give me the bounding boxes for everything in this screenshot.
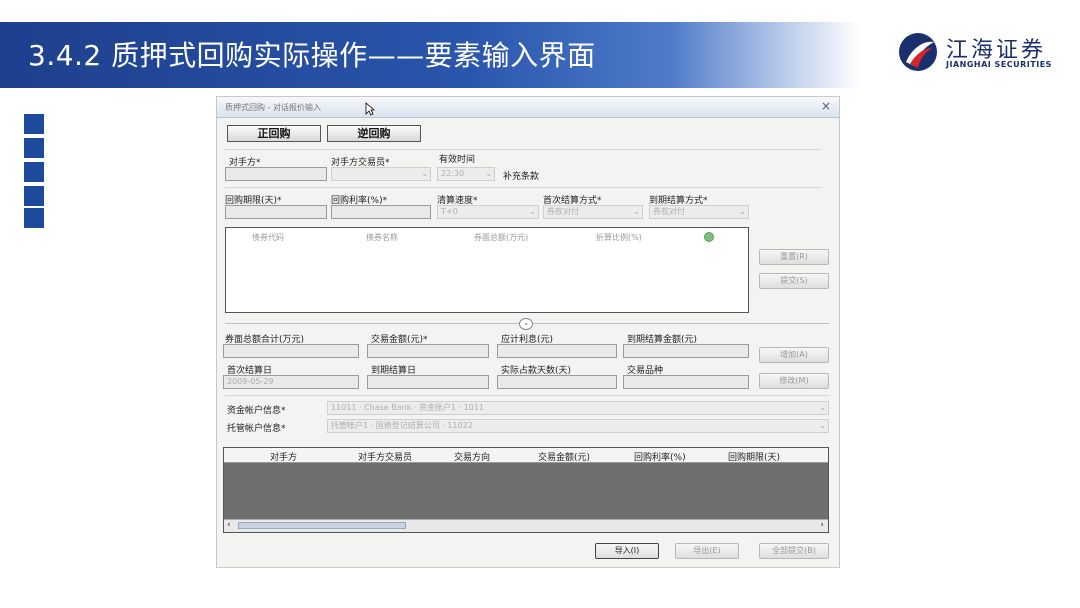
- clearing-speed-value: T+0: [441, 207, 458, 216]
- valid-time-value: 22:30: [441, 169, 465, 178]
- divider: [225, 149, 821, 150]
- supplement-link[interactable]: 补充条款: [503, 169, 539, 182]
- valid-time-label: 有效时间: [439, 155, 476, 165]
- chevron-down-icon: ⌄: [529, 207, 536, 216]
- bond-list[interactable]: 债券代码 债券名称 券面总额(万元) 折算比例(%): [225, 227, 749, 313]
- deco-square: [24, 186, 44, 206]
- first-settle-date-value: 2009-05-29: [227, 377, 274, 386]
- reset-button[interactable]: 重置(R): [759, 249, 829, 265]
- valid-time-field[interactable]: 22:30 ⌄: [437, 167, 495, 181]
- first-settle-select[interactable]: 券款对付 ⌄: [543, 205, 643, 219]
- deco-square: [24, 114, 44, 134]
- product-field[interactable]: [623, 375, 749, 389]
- maturity-amount-field[interactable]: [623, 344, 749, 358]
- jianghai-logo-icon: [899, 33, 937, 71]
- scroll-right-icon[interactable]: ›: [820, 520, 824, 530]
- deco-square: [24, 162, 44, 182]
- horizontal-scrollbar[interactable]: ‹ ›: [224, 519, 828, 532]
- bond-code-header: 债券代码: [252, 233, 284, 242]
- deco-square: [24, 138, 44, 158]
- col-trade-amount[interactable]: 交易金额(元): [538, 450, 590, 463]
- submit-all-button[interactable]: 全部提交(B): [759, 543, 829, 559]
- chevron-down-icon: ⌄: [485, 169, 492, 178]
- fund-account-label: 资金帐户信息*: [227, 406, 286, 416]
- custody-account-value: 托管帐户1 · 国债登记结算公司 · 11022: [331, 421, 473, 430]
- chevron-down-icon: ⌄: [421, 169, 428, 178]
- tab-forward-repo[interactable]: 正回购: [227, 125, 321, 142]
- slide-title: 3.4.2 质押式回购实际操作——要素输入界面: [28, 39, 596, 72]
- import-button[interactable]: 导入(I): [595, 543, 659, 559]
- face-value-header: 券面总额(万元): [474, 233, 529, 242]
- repo-quote-window: 质押式回购 - 对话报价输入 × 正回购 逆回购 对手方* 对手方交易员* ⌄ …: [216, 96, 840, 568]
- conversion-ratio-header: 折算比例(%): [596, 233, 642, 242]
- company-logo: 江海证券 JIANGHAI SECURITIES: [896, 30, 1066, 78]
- counterparty-field[interactable]: [225, 167, 327, 181]
- repo-term-field[interactable]: [225, 205, 327, 219]
- maturity-settle-select[interactable]: 券款对付 ⌄: [649, 205, 749, 219]
- face-total-field[interactable]: [223, 344, 359, 358]
- export-button[interactable]: 导出(E): [675, 543, 739, 559]
- custody-account-select[interactable]: 托管帐户1 · 国债登记结算公司 · 11022 ⌄: [327, 419, 829, 433]
- maturity-date-field[interactable]: [367, 375, 489, 389]
- status-dot-icon: [704, 232, 714, 242]
- col-trader[interactable]: 对手方交易员: [358, 450, 412, 463]
- maturity-settle-value: 券款对付: [653, 207, 685, 216]
- deco-square: [24, 208, 44, 228]
- trade-amount-field[interactable]: [367, 344, 489, 358]
- first-settle-date-field[interactable]: 2009-05-29: [223, 375, 359, 389]
- scrollbar-thumb[interactable]: [238, 522, 406, 529]
- quote-table[interactable]: 对手方 对手方交易员 交易方向 交易金额(元) 回购利率(%) 回购期限(天) …: [223, 447, 829, 533]
- chevron-down-icon: ⌄: [819, 421, 826, 430]
- collapse-toggle-icon[interactable]: ⌄: [519, 318, 533, 330]
- submit-button[interactable]: 提交(S): [759, 273, 829, 289]
- trader-select[interactable]: ⌄: [331, 167, 431, 181]
- chevron-down-icon: ⌄: [819, 403, 826, 412]
- tab-reverse-repo[interactable]: 逆回购: [327, 125, 421, 142]
- col-counterparty[interactable]: 对手方: [270, 450, 297, 463]
- first-settle-value: 券款对付: [547, 207, 579, 216]
- logo-text-en: JIANGHAI SECURITIES: [946, 60, 1052, 69]
- modify-button[interactable]: 修改(M): [759, 373, 829, 389]
- bond-name-header: 债券名称: [366, 233, 398, 242]
- fund-account-value: 11011 · Chase Bank · 资金账户1 · 1011: [331, 403, 485, 412]
- add-button[interactable]: 增加(A): [759, 347, 829, 363]
- col-direction[interactable]: 交易方向: [454, 450, 490, 463]
- chevron-down-icon: ⌄: [739, 207, 746, 216]
- actual-days-field[interactable]: [497, 375, 617, 389]
- col-repo-term[interactable]: 回购期限(天): [728, 450, 780, 463]
- custody-account-label: 托管帐户信息*: [227, 424, 286, 434]
- accrued-interest-field[interactable]: [497, 344, 617, 358]
- fund-account-select[interactable]: 11011 · Chase Bank · 资金账户1 · 1011 ⌄: [327, 401, 829, 415]
- divider: [225, 187, 821, 188]
- mouse-cursor-icon: [365, 101, 376, 120]
- window-titlebar: 质押式回购 - 对话报价输入 ×: [217, 97, 839, 118]
- col-repo-rate[interactable]: 回购利率(%): [634, 450, 686, 463]
- chevron-down-icon: ⌄: [633, 207, 640, 216]
- quote-table-header: 对手方 对手方交易员 交易方向 交易金额(元) 回购利率(%) 回购期限(天): [224, 448, 828, 463]
- window-title: 质押式回购 - 对话报价输入: [225, 103, 321, 112]
- clearing-speed-select[interactable]: T+0 ⌄: [437, 205, 539, 219]
- divider: [225, 395, 829, 396]
- scroll-left-icon[interactable]: ‹: [227, 520, 231, 530]
- repo-rate-field[interactable]: [331, 205, 431, 219]
- close-icon[interactable]: ×: [821, 99, 831, 113]
